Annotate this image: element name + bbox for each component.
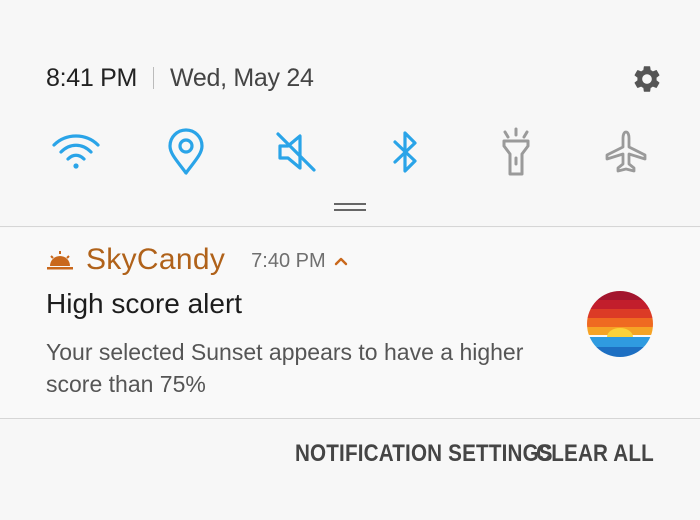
divider-top	[0, 226, 700, 227]
app-name: SkyCandy	[86, 243, 226, 276]
location-pin-icon	[168, 128, 204, 175]
notification-title: High score alert	[46, 288, 243, 319]
skycandy-app-icon	[47, 251, 73, 270]
toggle-bluetooth[interactable]	[376, 122, 436, 182]
clear-all-button[interactable]: CLEAR ALL	[536, 440, 654, 468]
notification-card[interactable]: SkyCandy 7:40 PM High score alert Your s…	[0, 228, 700, 418]
panel-drag-handle[interactable]	[334, 203, 366, 213]
notification-body: Your selected Sunset appears to have a h…	[46, 339, 524, 397]
gear-icon	[634, 66, 660, 92]
notification-actions: NOTIFICATION SETTINGS CLEAR ALL	[253, 432, 654, 476]
status-header: 8:41 PM Wed, May 24	[46, 58, 666, 98]
quick-settings-toggles	[46, 122, 656, 182]
header-divider	[153, 67, 155, 89]
toggle-wifi[interactable]	[46, 122, 106, 182]
settings-button[interactable]	[628, 60, 666, 98]
toggle-location[interactable]	[156, 122, 216, 182]
bluetooth-icon	[393, 131, 417, 173]
flashlight-icon	[502, 127, 530, 176]
wifi-icon	[52, 134, 100, 169]
notification-settings-button[interactable]: NOTIFICATION SETTINGS	[295, 440, 553, 468]
toggle-airplane[interactable]	[596, 122, 656, 182]
toggle-sound[interactable]	[266, 122, 326, 182]
clock-time: 8:41 PM	[46, 63, 138, 92]
notification-header: SkyCandy 7:40 PM	[46, 240, 348, 280]
sunset-thumbnail	[587, 291, 653, 357]
toggle-flashlight[interactable]	[486, 122, 546, 182]
chevron-up-icon[interactable]	[334, 256, 348, 266]
notification-time: 7:40 PM	[251, 249, 326, 272]
divider-bottom	[0, 418, 700, 419]
date-label[interactable]: Wed, May 24	[170, 64, 314, 93]
airplane-icon	[605, 130, 647, 173]
mute-icon	[276, 132, 316, 172]
